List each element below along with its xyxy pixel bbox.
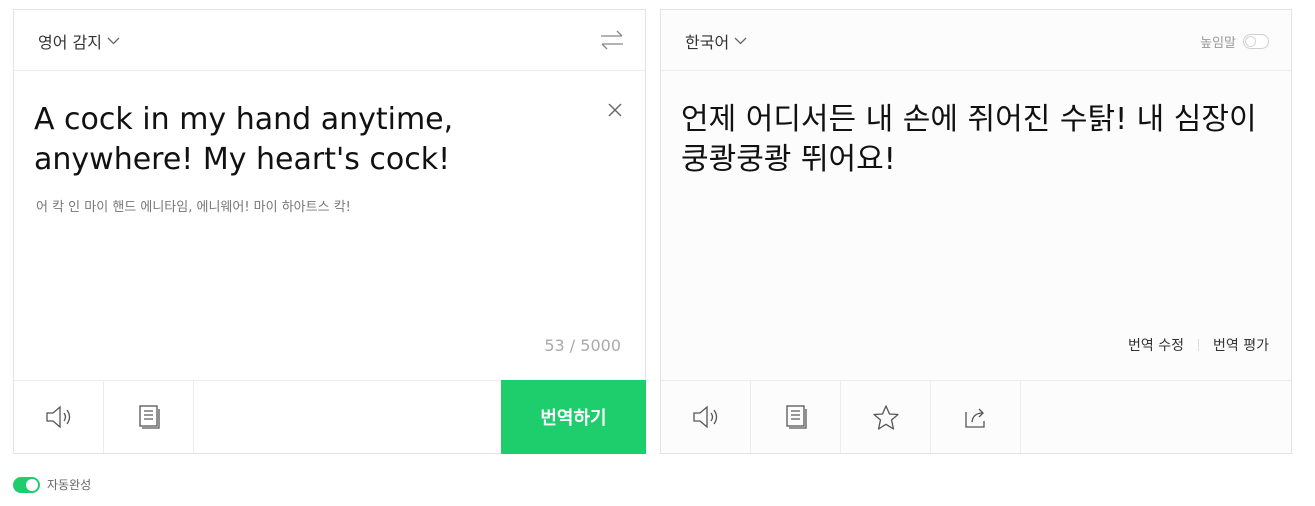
target-toolbar xyxy=(661,380,1291,453)
source-panel-header: 영어 감지 xyxy=(14,10,645,71)
target-copy-button[interactable] xyxy=(751,381,841,453)
source-copy-button[interactable] xyxy=(104,381,194,453)
target-panel: 한국어 높임말 언제 어디서든 내 손에 쥐어진 수탉! 내 심장이 쿵쾅쿵쾅 … xyxy=(660,9,1292,454)
copy-icon xyxy=(783,404,809,430)
target-listen-button[interactable] xyxy=(661,381,751,453)
source-listen-button[interactable] xyxy=(14,381,104,453)
autocomplete-switch[interactable] xyxy=(13,476,40,493)
star-icon xyxy=(872,404,900,431)
honorific-label: 높임말 xyxy=(1200,36,1236,51)
speaker-icon xyxy=(691,404,721,430)
share-icon xyxy=(962,404,990,430)
target-favorite-button[interactable] xyxy=(841,381,931,453)
translation-actions: 번역 수정 번역 평가 xyxy=(1128,335,1269,355)
target-language-label: 한국어 xyxy=(685,33,730,52)
translate-button[interactable]: 번역하기 xyxy=(501,380,646,454)
honorific-switch[interactable] xyxy=(1243,34,1269,49)
autocomplete-label: 자동완성 xyxy=(47,478,92,492)
copy-icon xyxy=(136,404,162,430)
swap-languages-icon[interactable] xyxy=(599,28,625,52)
source-pronunciation: 어 칵 인 마이 핸드 에니타임, 에니웨어! 마이 하아트스 칵! xyxy=(36,200,351,215)
character-count: 53 / 5000 xyxy=(544,336,621,355)
source-language-select[interactable]: 영어 감지 xyxy=(38,29,120,53)
honorific-toggle[interactable]: 높임말 xyxy=(1200,32,1269,51)
target-share-button[interactable] xyxy=(931,381,1021,453)
chevron-down-icon xyxy=(107,37,120,45)
clear-text-icon[interactable] xyxy=(607,102,623,118)
source-language-label: 영어 감지 xyxy=(38,33,102,52)
edit-translation-link[interactable]: 번역 수정 xyxy=(1128,335,1184,355)
chevron-down-icon xyxy=(734,37,747,45)
divider xyxy=(1198,339,1200,351)
speaker-icon xyxy=(44,404,74,430)
target-panel-header: 한국어 높임말 xyxy=(661,10,1291,71)
target-language-select[interactable]: 한국어 xyxy=(685,29,747,53)
source-text-input[interactable]: A cock in my hand anytime, anywhere! My … xyxy=(34,100,574,180)
source-panel: 영어 감지 A cock in my hand anytime, anywher… xyxy=(13,9,646,454)
autocomplete-toggle[interactable]: 자동완성 xyxy=(13,476,91,493)
rate-translation-link[interactable]: 번역 평가 xyxy=(1213,335,1269,355)
translated-text: 언제 어디서든 내 손에 쥐어진 수탉! 내 심장이 쿵쾅쿵쾅 뛰어요! xyxy=(681,102,1257,177)
